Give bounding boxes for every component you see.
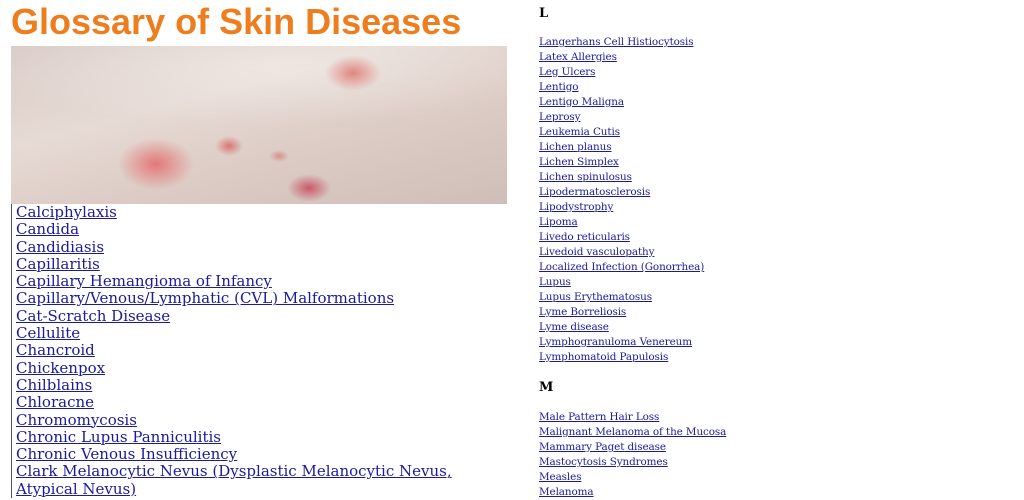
disease-link-measles[interactable]: Measles: [539, 471, 582, 483]
list-item: Measles: [539, 470, 726, 485]
disease-link-localized-infection-gonorrhea[interactable]: Localized Infection (Gonorrhea): [539, 261, 704, 273]
list-item: Male Pattern Hair Loss: [539, 410, 726, 425]
section-letter-l: L: [539, 6, 549, 21]
disease-link-candidiasis[interactable]: Candidiasis: [16, 238, 104, 256]
disease-link-lipodystrophy[interactable]: Lipodystrophy: [539, 201, 613, 213]
list-item: Mastocytosis Syndromes: [539, 455, 726, 470]
disease-link-chickenpox[interactable]: Chickenpox: [16, 359, 105, 377]
list-item: Latex Allergies: [539, 50, 704, 65]
list-item: Lupus: [539, 275, 704, 290]
disease-link-latex-allergies[interactable]: Latex Allergies: [539, 51, 617, 63]
list-item: Chloracne: [16, 394, 516, 411]
disease-link-cellulite[interactable]: Cellulite: [16, 324, 80, 342]
list-item: Lentigo Maligna: [539, 95, 704, 110]
list-item: Lipoma: [539, 215, 704, 230]
disease-link-livedo-reticularis[interactable]: Livedo reticularis: [539, 231, 630, 243]
disease-link-lentigo[interactable]: Lentigo: [539, 81, 579, 93]
list-item: Lyme disease: [539, 320, 704, 335]
list-item: Chickenpox: [16, 359, 516, 377]
disease-link-lymphogranuloma-venereum[interactable]: Lymphogranuloma Venereum: [539, 336, 692, 348]
disease-link-clark-melanocytic-nevus-dysplastic-melanocytic-nevus-atypical-nevus[interactable]: Clark Melanocytic Nevus (Dysplastic Mela…: [16, 462, 452, 498]
disease-link-lyme-borreliosis[interactable]: Lyme Borreliosis: [539, 306, 626, 318]
disease-link-chromomycosis[interactable]: Chromomycosis: [16, 411, 137, 429]
list-item: Chronic Lupus Panniculitis: [16, 428, 516, 446]
disease-link-cat-scratch-disease[interactable]: Cat-Scratch Disease: [16, 307, 170, 325]
page-title: Glossary of Skin Diseases: [11, 1, 462, 42]
list-item: Lichen Simplex: [539, 155, 704, 170]
disease-link-capillaritis[interactable]: Capillaritis: [16, 255, 100, 273]
list-item: Melanoma: [539, 485, 726, 500]
disease-link-livedoid-vasculopathy[interactable]: Livedoid vasculopathy: [539, 246, 655, 258]
list-item: Candidiasis: [16, 238, 516, 256]
disease-link-chronic-lupus-panniculitis[interactable]: Chronic Lupus Panniculitis: [16, 428, 221, 446]
disease-link-lupus-erythematosus[interactable]: Lupus Erythematosus: [539, 291, 652, 303]
list-item: Chronic Venous Insufficiency: [16, 446, 516, 463]
list-item: Localized Infection (Gonorrhea): [539, 260, 704, 275]
disease-link-leukemia-cutis[interactable]: Leukemia Cutis: [539, 126, 620, 138]
list-item: Livedoid vasculopathy: [539, 245, 704, 260]
disease-link-melanoma[interactable]: Melanoma: [539, 486, 594, 498]
skin-disease-photo: [11, 46, 507, 204]
list-item: Capillaritis: [16, 255, 516, 273]
list-item: Lupus Erythematosus: [539, 290, 704, 305]
disease-link-lipoma[interactable]: Lipoma: [539, 216, 578, 228]
list-item: Mammary Paget disease: [539, 440, 726, 455]
disease-link-lupus[interactable]: Lupus: [539, 276, 571, 288]
list-item: Lymphomatoid Papulosis: [539, 350, 704, 365]
list-item: Lymphogranuloma Venereum: [539, 335, 704, 350]
list-item: Chilblains: [16, 376, 516, 394]
list-item: Lentigo: [539, 80, 704, 95]
list-item: Lipodermatosclerosis: [539, 185, 704, 200]
list-item: Cat-Scratch Disease: [16, 307, 516, 325]
disease-link-lymphomatoid-papulosis[interactable]: Lymphomatoid Papulosis: [539, 351, 668, 363]
disease-link-mastocytosis-syndromes[interactable]: Mastocytosis Syndromes: [539, 456, 668, 468]
list-item: Chromomycosis: [16, 411, 516, 429]
disease-link-calciphylaxis[interactable]: Calciphylaxis: [16, 203, 117, 221]
disease-link-lipodermatosclerosis[interactable]: Lipodermatosclerosis: [539, 186, 650, 198]
section-letter-m: M: [539, 380, 554, 395]
list-item: Livedo reticularis: [539, 230, 704, 245]
left-disease-list: Calciphylaxis Candida Candidiasis Capillari…: [11, 203, 516, 499]
disease-link-chronic-venous-insufficiency[interactable]: Chronic Venous Insufficiency: [16, 445, 237, 463]
list-item: Lipodystrophy: [539, 200, 704, 215]
list-item: Candida: [16, 221, 516, 238]
list-item: Capillary/Venous/Lymphatic (CVL) Malform…: [16, 290, 516, 307]
list-item: Leprosy: [539, 110, 704, 125]
section-link-list: Male Pattern Hair Loss Malignant Melanoma…: [539, 410, 726, 500]
list-item: Cellulite: [16, 324, 516, 342]
disease-link-leprosy[interactable]: Leprosy: [539, 111, 581, 123]
list-item: Lichen planus: [539, 140, 704, 155]
disease-link-lyme-disease[interactable]: Lyme disease: [539, 321, 609, 333]
list-item: Malignant Melanoma of the Mucosa: [539, 425, 726, 440]
disease-link-lichen-planus[interactable]: Lichen planus: [539, 141, 612, 153]
disease-link-lichen-simplex[interactable]: Lichen Simplex: [539, 156, 619, 168]
list-item: Calciphylaxis: [16, 203, 516, 221]
disease-link-langerhans-cell-histiocytosis[interactable]: Langerhans Cell Histiocytosis: [539, 36, 694, 48]
list-item: Leukemia Cutis: [539, 125, 704, 140]
list-item: Lyme Borreliosis: [539, 305, 704, 320]
disease-link-malignant-melanoma-of-the-mucosa[interactable]: Malignant Melanoma of the Mucosa: [539, 426, 726, 438]
disease-link-capillary-venous-lymphatic-cvl-malformations[interactable]: Capillary/Venous/Lymphatic (CVL) Malform…: [16, 289, 394, 307]
list-item: Chancroid: [16, 342, 516, 359]
left-panel: Glossary of Skin Diseases Calciphylaxis C…: [0, 0, 520, 500]
list-item: Langerhans Cell Histiocytosis: [539, 35, 704, 50]
section-link-list: Langerhans Cell Histiocytosis Latex Aller…: [539, 35, 704, 365]
disease-link-leg-ulcers[interactable]: Leg Ulcers: [539, 66, 595, 78]
disease-link-mammary-paget-disease[interactable]: Mammary Paget disease: [539, 441, 666, 453]
disease-link-chilblains[interactable]: Chilblains: [16, 376, 92, 394]
disease-link-male-pattern-hair-loss[interactable]: Male Pattern Hair Loss: [539, 411, 659, 423]
disease-link-capillary-hemangioma-of-infancy[interactable]: Capillary Hemangioma of Infancy: [16, 272, 272, 290]
list-item: Clark Melanocytic Nevus (Dysplastic Mela…: [16, 463, 516, 498]
disease-link-lentigo-maligna[interactable]: Lentigo Maligna: [539, 96, 624, 108]
list-item: Leg Ulcers: [539, 65, 704, 80]
disease-link-chloracne[interactable]: Chloracne: [16, 393, 94, 411]
disease-link-lichen-spinulosus[interactable]: Lichen spinulosus: [539, 171, 632, 183]
disease-link-chancroid[interactable]: Chancroid: [16, 341, 95, 359]
list-item: Lichen spinulosus: [539, 170, 704, 185]
disease-link-candida[interactable]: Candida: [16, 220, 79, 238]
list-item: Capillary Hemangioma of Infancy: [16, 273, 516, 290]
